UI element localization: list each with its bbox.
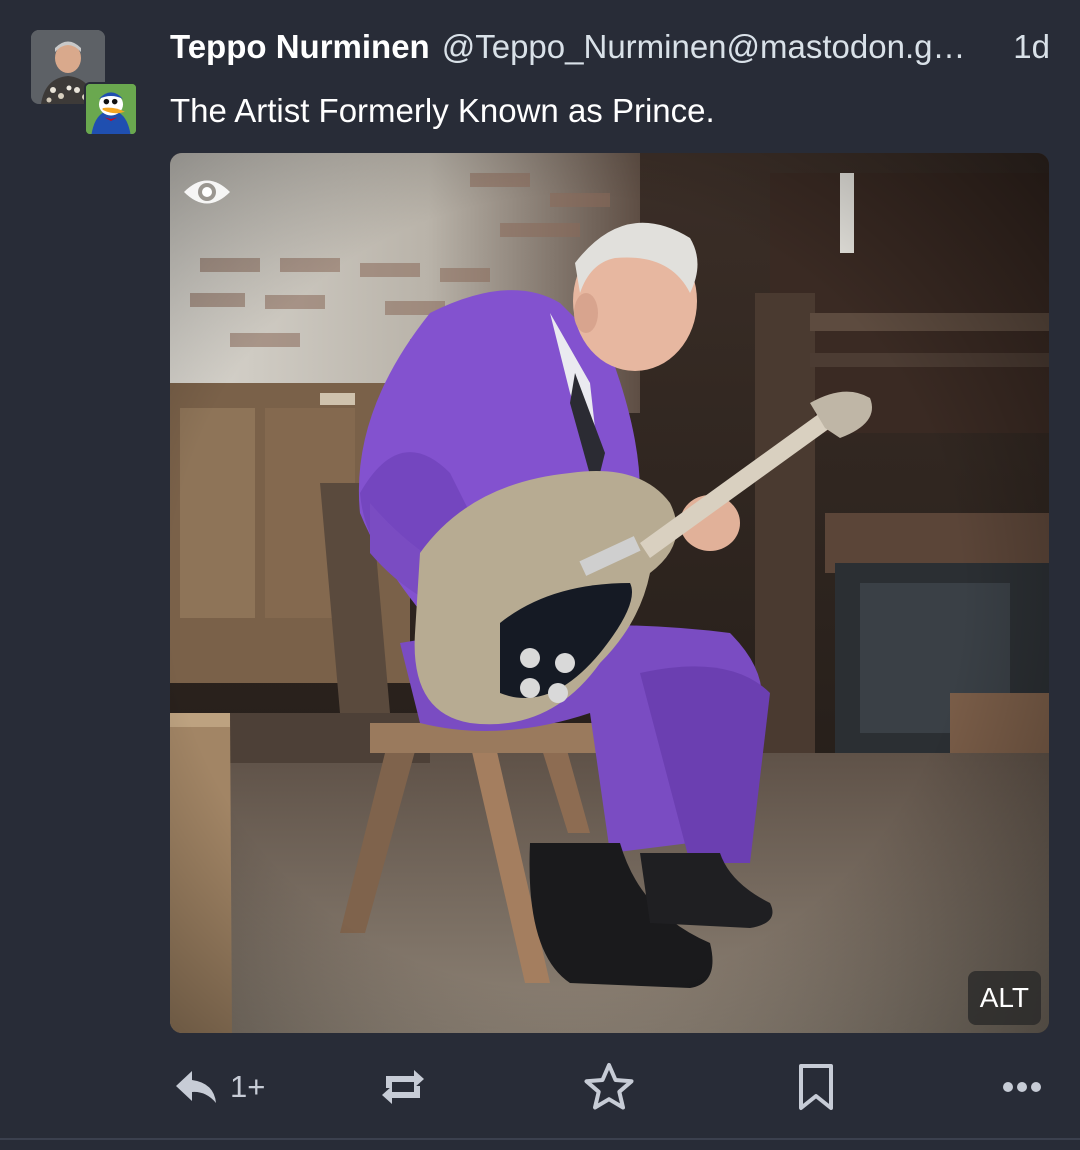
status-post[interactable]: Teppo Nurminen @Teppo_Nurminen@mastodon.… (0, 0, 1080, 1150)
star-icon (584, 1063, 634, 1110)
alt-text-badge[interactable]: ALT (967, 971, 1041, 1025)
post-divider (0, 1138, 1080, 1140)
reply-button[interactable]: 1+ (174, 1055, 265, 1119)
favourite-button[interactable] (583, 1055, 635, 1119)
post-timestamp[interactable]: 1d (1013, 28, 1050, 66)
reply-count: 1+ (230, 1069, 266, 1104)
hide-media-button[interactable] (180, 165, 234, 219)
more-icon (1003, 1082, 1041, 1092)
boost-button[interactable] (378, 1055, 428, 1119)
bookmark-button[interactable] (797, 1055, 835, 1119)
more-button[interactable] (1002, 1055, 1042, 1119)
status-content: The Artist Formerly Known as Prince. (170, 92, 715, 129)
media-attachment[interactable]: ALT (170, 153, 1049, 1033)
bookmark-icon (799, 1064, 833, 1110)
attached-photo (170, 153, 1049, 1033)
post-header: Teppo Nurminen @Teppo_Nurminen@mastodon.… (170, 25, 1050, 69)
action-bar: 1+ (170, 1055, 1050, 1119)
reply-icon (176, 1071, 216, 1103)
boost-icon (382, 1070, 424, 1104)
account-avatar[interactable] (84, 82, 138, 136)
display-name[interactable]: Teppo Nurminen (170, 28, 430, 66)
account-handle[interactable]: @Teppo_Nurminen@mastodon.g… (442, 28, 1006, 66)
eye-icon (184, 180, 230, 204)
